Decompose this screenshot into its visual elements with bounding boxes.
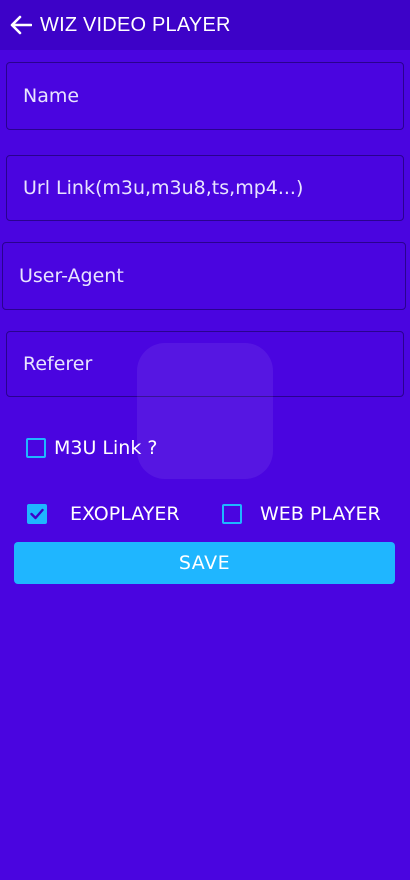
arrow-left-icon <box>10 15 32 35</box>
name-input[interactable] <box>7 63 403 129</box>
check-icon <box>30 508 44 520</box>
webplayer-option[interactable]: WEB PLAYER <box>222 503 381 525</box>
url-input[interactable] <box>7 156 403 220</box>
save-button[interactable]: SAVE <box>14 542 395 584</box>
webplayer-checkbox[interactable] <box>222 504 242 524</box>
m3u-checkbox[interactable] <box>26 438 46 458</box>
app-bar: WIZ VIDEO PLAYER <box>0 0 410 50</box>
useragent-field[interactable] <box>2 242 406 310</box>
m3u-option[interactable]: M3U Link ? <box>26 437 157 459</box>
m3u-label: M3U Link ? <box>54 437 158 459</box>
exoplayer-option[interactable]: EXOPLAYER <box>27 503 180 525</box>
url-field[interactable] <box>6 155 404 221</box>
exoplayer-checkbox[interactable] <box>27 504 47 524</box>
back-button[interactable] <box>4 0 38 50</box>
exoplayer-label: EXOPLAYER <box>70 503 180 525</box>
name-field[interactable] <box>6 62 404 130</box>
useragent-input[interactable] <box>3 243 405 309</box>
app-title: WIZ VIDEO PLAYER <box>40 13 231 36</box>
webplayer-label: WEB PLAYER <box>260 503 381 525</box>
